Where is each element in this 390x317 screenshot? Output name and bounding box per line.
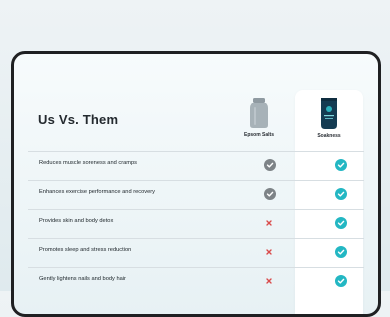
- row-label: Provides skin and body detox: [39, 218, 114, 224]
- column-label-epsom: Epsom Salts: [243, 132, 274, 138]
- cross-icon: [266, 278, 272, 284]
- table-row: Promotes sleep and stress reduction: [28, 238, 364, 267]
- table-row: Enhances exercise performance and recove…: [28, 180, 364, 209]
- check-icon: [335, 275, 347, 287]
- row-label: Enhances exercise performance and recove…: [39, 189, 156, 195]
- check-icon: [335, 188, 347, 200]
- cross-icon: [266, 220, 272, 226]
- epsom-jar-icon: [250, 98, 268, 128]
- page-title: Us Vs. Them: [38, 112, 119, 127]
- column-epsom-salts: Epsom Salts: [229, 98, 289, 138]
- cross-icon: [266, 249, 272, 255]
- column-label-soakness: Soakness: [317, 133, 341, 139]
- row-label: Reduces muscle soreness and cramps: [39, 160, 137, 166]
- check-icon: [335, 159, 347, 171]
- check-icon: [335, 246, 347, 258]
- check-icon: [335, 217, 347, 229]
- comparison-card: Us Vs. Them Epsom Salts Soakness Reduces…: [11, 51, 381, 317]
- table-row: Provides skin and body detox: [28, 209, 364, 238]
- column-soakness: Soakness: [299, 98, 359, 139]
- soakness-pouch-icon: [321, 98, 337, 129]
- row-label: Promotes sleep and stress reduction: [39, 247, 132, 253]
- check-icon: [264, 188, 276, 200]
- check-icon: [264, 159, 276, 171]
- comparison-table: Reduces muscle soreness and cramps Enhan…: [28, 151, 364, 296]
- table-row: Gently lightens nails and body hair: [28, 267, 364, 296]
- table-row: Reduces muscle soreness and cramps: [28, 151, 364, 180]
- row-label: Gently lightens nails and body hair: [39, 276, 126, 282]
